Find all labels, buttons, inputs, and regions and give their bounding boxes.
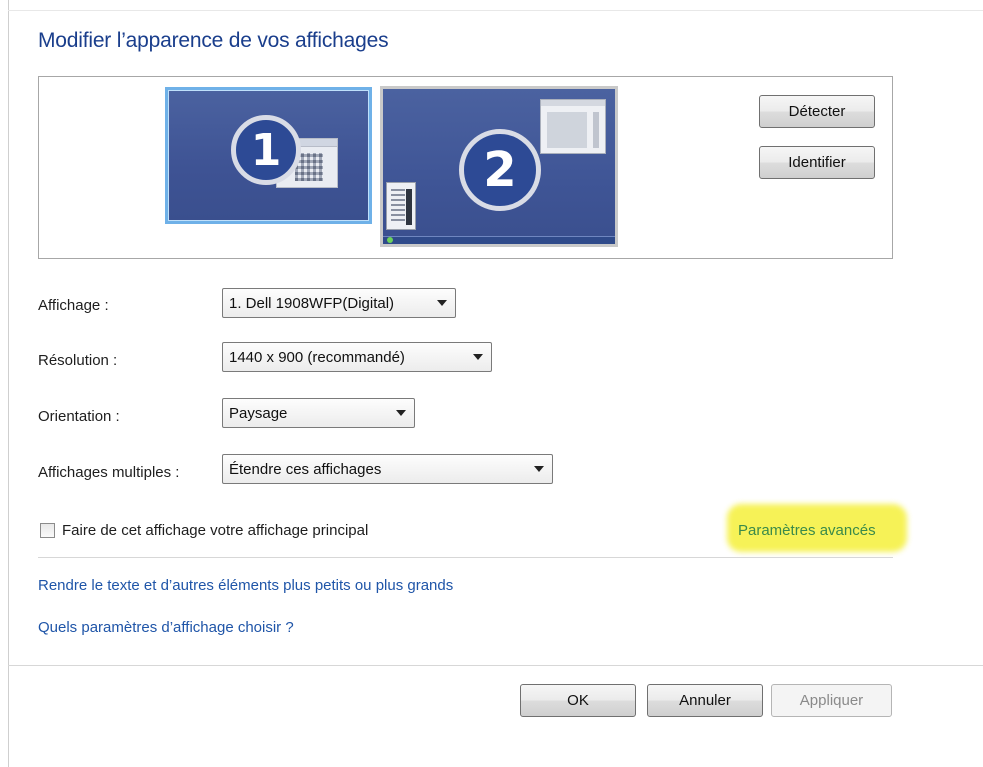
window-top-border [8,10,983,11]
display-select-value: 1. Dell 1908WFP(Digital) [229,294,395,312]
chevron-down-icon [396,410,406,416]
monitor-1-number-badge: 1 [231,115,301,185]
multiple-displays-select-value: Étendre ces affichages [229,460,382,478]
display-select[interactable]: 1. Dell 1908WFP(Digital) [222,288,456,318]
chevron-down-icon [437,300,447,306]
primary-display-checkbox[interactable] [40,523,55,538]
taskbar-thumbnail [383,236,615,244]
text-size-link[interactable]: Rendre le texte et d’autres éléments plu… [38,577,453,594]
detect-button[interactable]: Détecter [759,95,875,128]
document-window-thumbnail [386,182,416,230]
resolution-select[interactable]: 1440 x 900 (recommandé) [222,342,492,372]
chevron-down-icon [473,354,483,360]
resolution-label: Résolution : [38,352,118,369]
primary-display-checkbox-row[interactable]: Faire de cet affichage votre affichage p… [40,522,368,539]
monitor-2[interactable]: 2 [380,86,618,247]
monitor-2-number-badge: 2 [459,129,541,211]
cancel-button[interactable]: Annuler [647,684,763,717]
ok-button[interactable]: OK [520,684,636,717]
chevron-down-icon [534,466,544,472]
display-label: Affichage : [38,297,109,314]
primary-display-checkbox-label: Faire de cet affichage votre affichage p… [62,522,369,539]
page-title: Modifier l’apparence de vos affichages [38,29,389,52]
display-settings-help-link[interactable]: Quels paramètres d’affichage choisir ? [38,619,294,636]
multiple-displays-select[interactable]: Étendre ces affichages [222,454,553,484]
divider [38,557,893,558]
start-orb-icon [387,237,393,243]
advanced-settings-link[interactable]: Paramètres avancés [738,522,876,539]
orientation-select[interactable]: Paysage [222,398,415,428]
orientation-label: Orientation : [38,408,120,425]
resolution-select-value: 1440 x 900 (recommandé) [229,348,405,366]
identify-button[interactable]: Identifier [759,146,875,179]
monitor-1[interactable]: 1 [165,87,372,224]
apply-button[interactable]: Appliquer [771,684,892,717]
window-left-border [8,0,9,767]
orientation-select-value: Paysage [229,404,288,422]
multiple-displays-label: Affichages multiples : [38,464,180,481]
window-thumbnail [540,99,606,154]
footer-divider [8,665,983,666]
